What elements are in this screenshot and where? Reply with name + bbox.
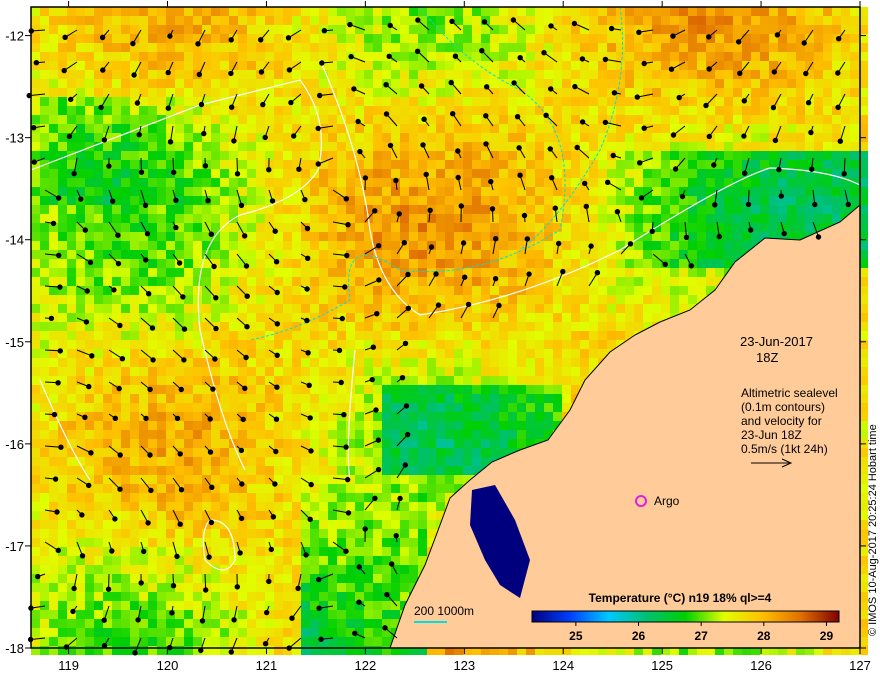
credit-text: © IMOS 10-Aug-2017 20:25:24 Hobart time — [867, 424, 879, 636]
lat-tick-label: -16 — [5, 437, 24, 452]
lat-tick-label: -14 — [5, 233, 24, 248]
colorbar-tick-label: 26 — [632, 629, 646, 643]
lon-tick-label: 122 — [355, 658, 377, 673]
depth-legend: 200 1000m — [414, 604, 474, 618]
lat-tick-label: -15 — [5, 335, 24, 350]
colorbar-tick-label: 29 — [820, 629, 834, 643]
lon-tick-label: 125 — [651, 658, 673, 673]
time-label: 18Z — [756, 350, 778, 365]
lon-tick-label: 120 — [157, 658, 179, 673]
lon-tick-label: 127 — [849, 658, 871, 673]
annotation-line: and velocity for — [741, 414, 822, 428]
annotation-line: 23-Jun 18Z — [741, 428, 802, 442]
lon-tick-label: 123 — [453, 658, 475, 673]
lat-tick-label: -12 — [5, 29, 24, 44]
lon-tick-label: 124 — [552, 658, 574, 673]
colorbar-tick-label: 27 — [694, 629, 708, 643]
lat-tick-label: -17 — [5, 539, 24, 554]
colorbar-tick-label: 25 — [569, 629, 583, 643]
annotation-line: 0.5m/s (1kt 24h) — [741, 442, 828, 456]
colorbar-tick-label: 28 — [757, 629, 771, 643]
annotation-line: (0.1m contours) — [741, 400, 825, 414]
lat-tick-label: -18 — [5, 641, 24, 656]
colorbar-title: Temperature (°C) n19 18% ql>=4 — [589, 591, 772, 605]
lat-tick-label: -13 — [5, 131, 24, 146]
annotation-line: Altimetric sealevel — [741, 386, 838, 400]
lon-tick-label: 119 — [58, 658, 79, 673]
lon-tick-label: 121 — [256, 658, 278, 673]
colorbar-scale — [531, 610, 840, 623]
argo-label: Argo — [654, 494, 680, 508]
sst-map: 119 120 121 122 123 124 125 126 127 -12 -13 -14 -15 -… — [5, 1, 879, 673]
lon-tick-label: 126 — [750, 658, 772, 673]
date-label: 23-Jun-2017 — [740, 334, 813, 349]
